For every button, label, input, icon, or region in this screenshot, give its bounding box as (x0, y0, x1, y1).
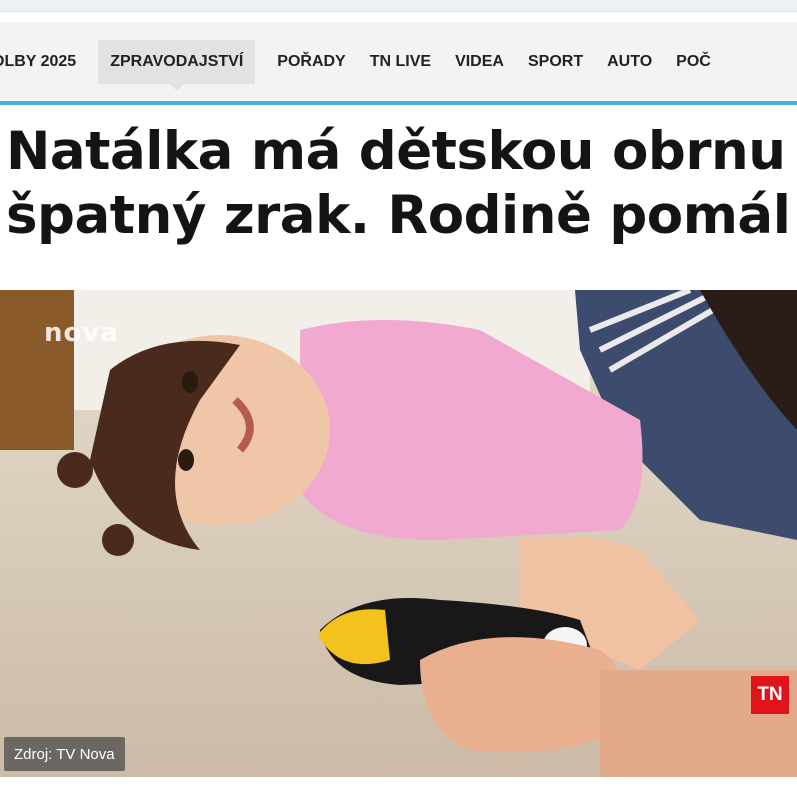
nav-item-videa[interactable]: VIDEA (443, 40, 516, 84)
nav-item-porady[interactable]: POŘADY (265, 40, 357, 84)
top-strip (0, 0, 797, 12)
headline-line-1: Natálka má dětskou obrnu (6, 121, 786, 182)
article-photo[interactable]: nova TN Zdroj: TV Nova (0, 290, 797, 777)
photo-source-caption: Zdroj: TV Nova (4, 737, 125, 771)
nav-accent-bar (0, 101, 797, 105)
nova-watermark: nova (44, 318, 119, 348)
nav-item-auto[interactable]: AUTO (595, 40, 664, 84)
nav-list: OLBY 2025 ZPRAVODAJSTVÍ POŘADY TN LIVE V… (0, 22, 723, 102)
nav-item-zpravodajstvi[interactable]: ZPRAVODAJSTVÍ (98, 40, 256, 91)
nav-item-tn-live[interactable]: TN LIVE (358, 40, 443, 84)
tn-logo-badge: TN (751, 676, 789, 714)
article-headline: Natálka má dětskou obrnu špatný zrak. Ro… (6, 120, 797, 248)
nav-item-volby[interactable]: OLBY 2025 (0, 40, 88, 84)
nav-item-pocasi[interactable]: POČ (664, 40, 723, 84)
nav-item-sport[interactable]: SPORT (516, 40, 595, 84)
photo-illustration (0, 290, 797, 777)
headline-line-2: špatný zrak. Rodině pomál (6, 185, 791, 246)
main-navigation: OLBY 2025 ZPRAVODAJSTVÍ POŘADY TN LIVE V… (0, 22, 797, 102)
